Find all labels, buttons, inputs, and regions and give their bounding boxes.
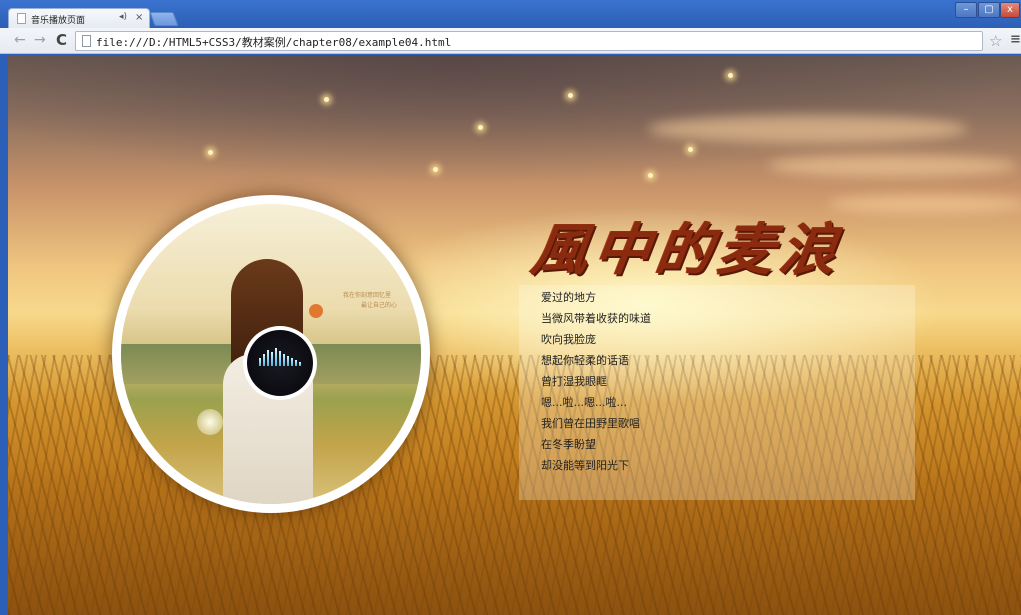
lyric-line: 想起你轻柔的话语 bbox=[541, 354, 629, 367]
music-disc[interactable]: 我在你刻意回忆里 最让自己的心 bbox=[112, 195, 430, 513]
lyric-line: 吹向我脸庞 bbox=[541, 333, 596, 346]
cover-flower bbox=[309, 304, 323, 318]
page-icon bbox=[82, 35, 91, 47]
eq-bar bbox=[291, 358, 293, 366]
lyric-line: 却没能等到阳光下 bbox=[541, 459, 629, 472]
cloud bbox=[828, 195, 1021, 213]
eq-bar bbox=[259, 358, 261, 366]
cover-dandelion bbox=[197, 409, 223, 435]
sparkle bbox=[648, 173, 653, 178]
new-tab-button[interactable] bbox=[149, 12, 179, 26]
lyric-line: 在冬季盼望 bbox=[541, 438, 596, 451]
cloud bbox=[648, 115, 968, 143]
sparkle bbox=[433, 167, 438, 172]
lyric-line: 我们曾在田野里歌唱 bbox=[541, 417, 640, 430]
disc-hub[interactable] bbox=[243, 326, 317, 400]
cloud bbox=[768, 155, 1018, 177]
address-bar[interactable]: file:///D:/HTML5+CSS3/教材案例/chapter08/exa… bbox=[75, 31, 983, 51]
browser-titlebar: 音乐播放页面 ◂) × – ▢ x bbox=[0, 0, 1021, 28]
cover-caption-1: 我在你刻意回忆里 bbox=[343, 292, 392, 299]
speaker-icon[interactable]: ◂) bbox=[119, 12, 127, 22]
cover-caption-2: 最让自己的心 bbox=[361, 302, 398, 309]
eq-bar bbox=[279, 351, 281, 366]
lyric-line: 爱过的地方 bbox=[541, 291, 596, 304]
eq-bar bbox=[263, 354, 265, 366]
tab-title: 音乐播放页面 bbox=[31, 16, 86, 26]
eq-bar bbox=[287, 356, 289, 366]
close-window-button[interactable]: x bbox=[1000, 2, 1020, 18]
lyric-line: 嗯...啦...嗯...啦... bbox=[541, 396, 627, 409]
song-title: 風中的麦浪 bbox=[527, 217, 848, 283]
url-text[interactable]: file:///D:/HTML5+CSS3/教材案例/chapter08/exa… bbox=[96, 34, 451, 50]
eq-bar bbox=[283, 354, 285, 366]
forward-button[interactable]: → bbox=[34, 33, 46, 47]
eq-bar bbox=[267, 350, 269, 366]
sparkle bbox=[728, 73, 733, 78]
sparkle bbox=[568, 93, 573, 98]
lyrics-panel: 爱过的地方 当微风带着收获的味道 吹向我脸庞 想起你轻柔的话语 曾打湿我眼眶 嗯… bbox=[519, 285, 915, 500]
tab-close-button[interactable]: × bbox=[135, 12, 143, 23]
eq-bar bbox=[295, 360, 297, 366]
album-cover: 我在你刻意回忆里 最让自己的心 bbox=[121, 204, 421, 504]
browser-toolbar: ← → C file:///D:/HTML5+CSS3/教材案例/chapter… bbox=[0, 28, 1021, 54]
eq-bar bbox=[271, 352, 273, 366]
back-button[interactable]: ← bbox=[14, 33, 26, 47]
sparkle bbox=[478, 125, 483, 130]
reload-button[interactable]: C bbox=[56, 31, 67, 49]
maximize-button[interactable]: ▢ bbox=[978, 2, 1000, 18]
menu-icon[interactable]: ≡ bbox=[1010, 32, 1021, 47]
page-icon bbox=[17, 13, 26, 24]
minimize-button[interactable]: – bbox=[955, 2, 977, 18]
sparkle bbox=[688, 147, 693, 152]
page-viewport: 我在你刻意回忆里 最让自己的心 風中的麦浪 爱过的地方 当微风带着收获的味道 吹… bbox=[8, 55, 1021, 615]
eq-bar bbox=[275, 348, 277, 366]
lyric-line: 当微风带着收获的味道 bbox=[541, 312, 651, 325]
eq-bar bbox=[299, 362, 301, 366]
sparkle bbox=[208, 150, 213, 155]
browser-tab[interactable]: 音乐播放页面 ◂) × bbox=[8, 8, 150, 28]
sparkle bbox=[324, 97, 329, 102]
bookmark-star-icon[interactable]: ☆ bbox=[989, 32, 1002, 50]
equalizer-visual bbox=[247, 330, 313, 396]
lyric-line: 曾打湿我眼眶 bbox=[541, 375, 607, 388]
